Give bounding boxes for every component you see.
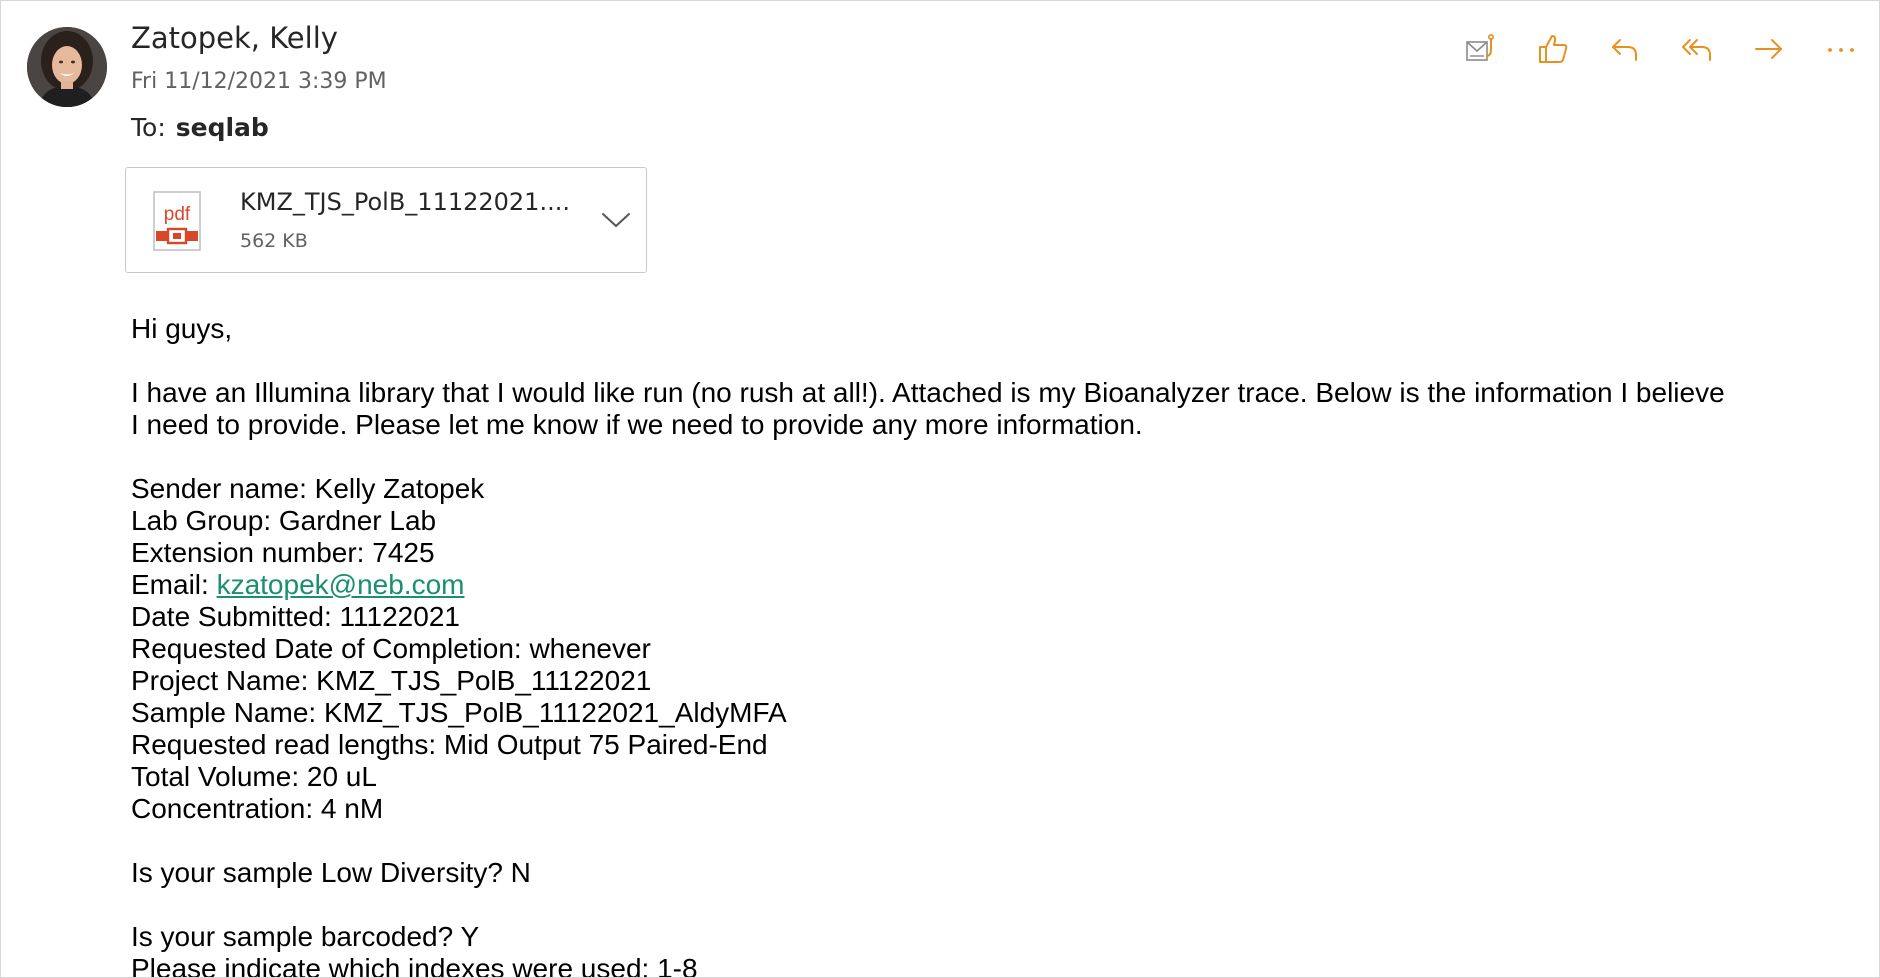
chevron-down-icon	[602, 213, 630, 227]
sender-name-line: Sender name: Kelly Zatopek	[131, 473, 485, 504]
read-lengths-line: Requested read lengths: Mid Output 75 Pa…	[131, 729, 768, 760]
email-reading-pane: Zatopek, Kelly Fri 11/12/2021 3:39 PM To…	[0, 0, 1880, 978]
email-line: Email: kzatopek@neb.com	[131, 569, 1851, 601]
lab-group-line: Lab Group: Gardner Lab	[131, 505, 437, 536]
like-button[interactable]	[1535, 31, 1571, 67]
total-volume-line: Total Volume: 20 uL	[131, 761, 377, 792]
message-toolbar	[1463, 31, 1859, 67]
indexes-line: Please indicate which indexes were used:…	[131, 953, 698, 978]
message-body: Hi guys, I have an Illumina library that…	[131, 313, 1851, 978]
forward-icon	[1755, 39, 1782, 59]
reply-button[interactable]	[1607, 31, 1643, 67]
completion-date-line: Requested Date of Completion: whenever	[131, 633, 651, 664]
tracking-icon	[1466, 33, 1494, 61]
to-label: To:	[131, 113, 166, 142]
sender-name[interactable]: Zatopek, Kelly	[131, 21, 338, 55]
low-diversity-line: Is your sample Low Diversity? N	[131, 857, 531, 888]
barcoded-line: Is your sample barcoded? Y	[131, 921, 480, 952]
avatar-photo	[27, 27, 107, 107]
email-label: Email:	[131, 569, 217, 600]
concentration-line: Concentration: 4 nM	[131, 793, 384, 824]
reply-all-button[interactable]	[1679, 31, 1715, 67]
like-icon	[1539, 35, 1568, 63]
sample-name-line: Sample Name: KMZ_TJS_PolB_11122021_AldyM…	[131, 697, 787, 728]
greeting: Hi guys,	[131, 313, 233, 344]
sent-date: Fri 11/12/2021 3:39 PM	[131, 69, 387, 94]
recipient-name[interactable]: seqlab	[176, 113, 269, 142]
reply-icon	[1612, 39, 1637, 61]
attachment-menu-button[interactable]	[598, 202, 634, 238]
attachment-filename: KMZ_TJS_PolB_11122021....	[240, 188, 570, 216]
more-icon	[1828, 48, 1854, 52]
pdf-icon: pdf	[152, 190, 202, 252]
reply-all-icon	[1682, 39, 1711, 61]
email-link[interactable]: kzatopek@neb.com	[217, 569, 465, 600]
intro-line: I need to provide. Please let me know if…	[131, 409, 1143, 440]
date-submitted-line: Date Submitted: 11122021	[131, 601, 460, 632]
forward-button[interactable]	[1751, 31, 1787, 67]
intro-line: I have an Illumina library that I would …	[131, 377, 1725, 408]
tracking-button[interactable]	[1463, 31, 1499, 67]
more-actions-button[interactable]	[1823, 31, 1859, 67]
extension-line: Extension number: 7425	[131, 537, 435, 568]
attachment-card[interactable]: pdf KMZ_TJS_PolB_11122021.... 562 KB	[125, 167, 647, 273]
sender-avatar[interactable]	[27, 27, 107, 107]
attachment-size: 562 KB	[240, 230, 308, 252]
pdf-icon-label: pdf	[164, 204, 191, 225]
recipient-line: To: seqlab	[131, 113, 269, 142]
project-name-line: Project Name: KMZ_TJS_PolB_11122021	[131, 665, 652, 696]
